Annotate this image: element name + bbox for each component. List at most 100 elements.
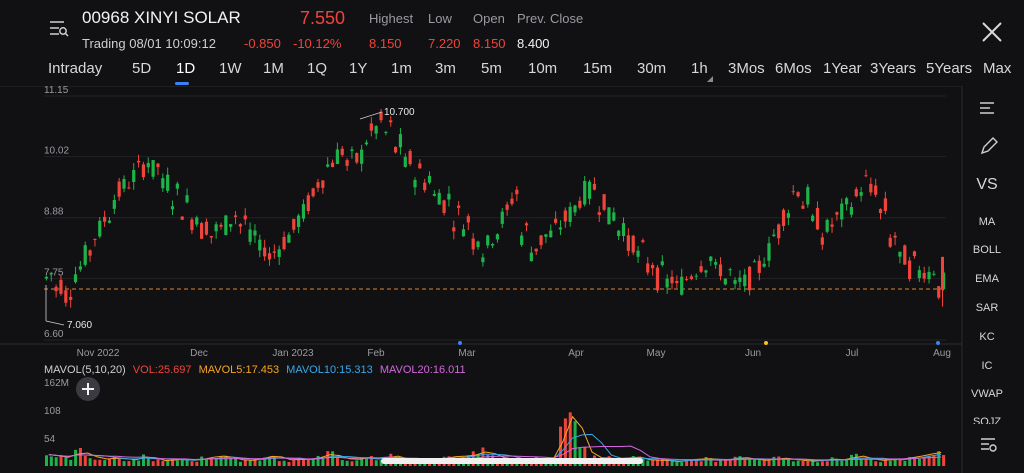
candle-body xyxy=(728,269,732,271)
tab-1year[interactable]: 1Year xyxy=(823,60,862,77)
volume-bar xyxy=(93,459,97,466)
candle-body xyxy=(898,251,902,257)
volume-bar xyxy=(854,453,858,466)
tab-5d[interactable]: 5D xyxy=(132,60,151,77)
current-price: 7.550 xyxy=(300,8,346,28)
candle-body xyxy=(272,251,276,253)
candle-body xyxy=(864,175,868,177)
candle-body xyxy=(180,216,184,220)
tab-3years[interactable]: 3Years xyxy=(870,60,916,77)
candle-body xyxy=(781,209,786,226)
tab-1h[interactable]: 1h xyxy=(691,60,708,77)
candle-body xyxy=(641,240,645,243)
candle-body xyxy=(840,203,844,220)
candle-body xyxy=(326,164,330,167)
tab-1q[interactable]: 1Q xyxy=(307,60,327,77)
candle-body xyxy=(869,183,873,193)
filter-list-icon[interactable] xyxy=(48,18,70,38)
volume-bar xyxy=(326,451,330,466)
draw-pencil-icon[interactable] xyxy=(979,136,999,156)
volume-bar xyxy=(205,459,209,466)
volume-bar xyxy=(830,457,834,466)
tab-intraday[interactable]: Intraday xyxy=(48,60,102,77)
tab-6mos[interactable]: 6Mos xyxy=(775,60,812,77)
active-tab-underline xyxy=(175,82,189,85)
close-icon[interactable] xyxy=(980,20,1004,44)
tab-3mos[interactable]: 3Mos xyxy=(728,60,765,77)
candle-body xyxy=(510,198,514,204)
candle-body xyxy=(505,204,509,210)
candle-body xyxy=(248,229,252,242)
candle-body xyxy=(224,215,228,235)
candle-body xyxy=(617,230,621,237)
candle-body xyxy=(389,120,393,123)
tab-1m[interactable]: 1m xyxy=(391,60,412,77)
vol-value: VOL:25.697 xyxy=(132,364,192,376)
tab-1d[interactable]: 1D xyxy=(176,60,195,77)
candle-body xyxy=(117,181,121,197)
x-tick-label: Apr xyxy=(568,348,584,359)
tab-30m[interactable]: 30m xyxy=(637,60,666,77)
settings-list-icon[interactable] xyxy=(979,436,999,454)
candle-body xyxy=(917,270,921,279)
low-label: Low xyxy=(428,11,452,26)
tab-1w[interactable]: 1W xyxy=(219,60,242,77)
candle-body xyxy=(791,191,795,193)
candle-body xyxy=(93,239,97,241)
indicator-ema[interactable]: EMA xyxy=(967,273,1007,285)
tab-5years[interactable]: 5Years xyxy=(926,60,972,77)
tab-1m[interactable]: 1M xyxy=(263,60,284,77)
tab-max[interactable]: Max xyxy=(983,60,1011,77)
candle-body xyxy=(112,200,116,209)
indicator-kc[interactable]: KC xyxy=(967,331,1007,343)
indicator-ma[interactable]: MA xyxy=(967,216,1007,228)
candle-body xyxy=(195,217,199,225)
candle-body xyxy=(684,279,689,281)
tab-3m[interactable]: 3m xyxy=(435,60,456,77)
open-value: 8.150 xyxy=(473,36,506,51)
add-indicator-button[interactable] xyxy=(76,377,100,401)
volume-bar xyxy=(748,459,752,466)
candle-body xyxy=(495,234,500,240)
indicator-vs[interactable]: VS xyxy=(967,176,1007,194)
tab-10m[interactable]: 10m xyxy=(528,60,557,77)
indicator-sojz[interactable]: SOJZ xyxy=(967,416,1007,424)
candle-body xyxy=(330,162,335,168)
candle-body xyxy=(922,272,926,279)
indicator-ic[interactable]: IC xyxy=(967,360,1007,372)
candle-body xyxy=(185,195,189,203)
candle-body xyxy=(806,187,810,205)
candle-body xyxy=(316,182,320,188)
volume-bar xyxy=(74,449,78,466)
candle-body xyxy=(461,229,466,237)
candle-body xyxy=(704,270,708,273)
indicator-boll[interactable]: BOLL xyxy=(967,244,1007,256)
indicator-vwap[interactable]: VWAP xyxy=(967,388,1007,400)
tab-15m[interactable]: 15m xyxy=(583,60,612,77)
candle-body xyxy=(423,182,427,191)
candle-body xyxy=(786,213,790,218)
volume-bar xyxy=(864,459,868,466)
candle-body xyxy=(384,131,388,133)
volume-bar xyxy=(791,461,795,466)
more-intervals-icon[interactable] xyxy=(707,76,713,82)
candle-body xyxy=(442,200,446,213)
tab-1y[interactable]: 1Y xyxy=(349,60,367,77)
y-tick-label: 10.02 xyxy=(44,146,69,157)
volume-bar xyxy=(311,459,315,466)
volume-bar xyxy=(651,459,655,466)
volume-bar xyxy=(903,460,907,466)
indicator-list-icon[interactable] xyxy=(978,100,998,116)
candle-body xyxy=(88,250,92,256)
candle-body xyxy=(161,178,165,189)
tab-5m[interactable]: 5m xyxy=(481,60,502,77)
price-chart[interactable]: 11.1510.028.887.756.60Nov 2022 Dec Jan 202… xyxy=(0,86,975,473)
indicator-sar[interactable]: SAR xyxy=(967,302,1007,314)
candle-body xyxy=(311,188,315,197)
candle-body xyxy=(849,207,854,215)
candle-body xyxy=(563,210,567,222)
candle-body xyxy=(69,296,73,300)
volume-bar xyxy=(64,457,68,466)
volume-bar xyxy=(782,459,786,466)
candle-body xyxy=(452,227,456,232)
